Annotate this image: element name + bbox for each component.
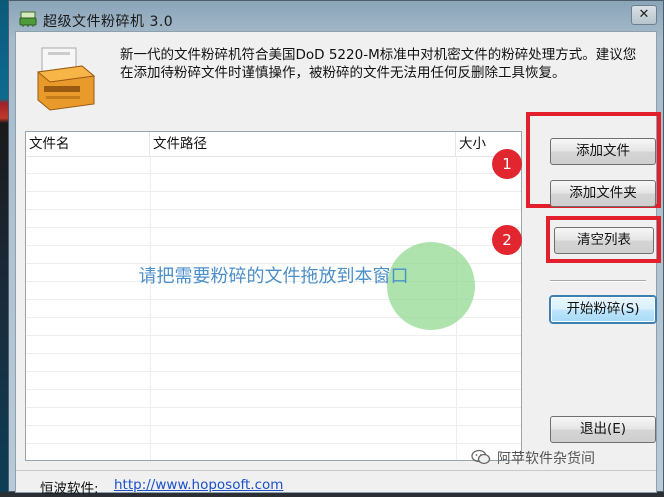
row-divider: [26, 173, 521, 174]
close-button[interactable]: ✕: [631, 5, 657, 25]
website-link[interactable]: http://www.hoposoft.com: [114, 477, 283, 493]
company-label: 恒波软件:: [40, 481, 99, 497]
start-shred-button[interactable]: 开始粉碎(S): [550, 296, 656, 323]
description-text: 新一代的文件粉碎机符合美国DoD 5220-M标准中对机密文件的粉碎处理方式。建…: [120, 47, 637, 81]
row-divider: [26, 443, 521, 444]
clear-list-button[interactable]: 清空列表: [554, 227, 654, 254]
title-bar[interactable]: 超级文件粉碎机 3.0 ✕: [9, 1, 663, 35]
title-app-icon: [19, 11, 37, 27]
close-icon: ✕: [638, 7, 650, 22]
row-divider: [26, 407, 521, 408]
column-divider: [150, 156, 151, 460]
exit-button[interactable]: 退出(E): [550, 416, 656, 443]
window-title: 超级文件粉碎机 3.0: [43, 14, 174, 30]
row-divider: [26, 191, 521, 192]
list-header: 文件名 文件路径 大小: [26, 132, 521, 157]
app-window: 超级文件粉碎机 3.0 ✕ 新一代的文件粉碎机符合美国DoD 5220-M标准中…: [8, 0, 664, 497]
status-bar: 恒波软件: http://www.hoposoft.com: [16, 470, 656, 497]
file-list[interactable]: 文件名 文件路径 大小 请把需要粉碎的文件拖放到本窗口: [25, 131, 522, 461]
watermark: 阿苹软件杂货间: [471, 448, 595, 468]
row-divider: [26, 227, 521, 228]
step-badge-1: 1: [492, 149, 522, 179]
wechat-icon: [471, 449, 491, 465]
column-filename[interactable]: 文件名: [26, 132, 150, 156]
client-area: 新一代的文件粉碎机符合美国DoD 5220-M标准中对机密文件的粉碎处理方式。建…: [15, 31, 661, 497]
column-filepath[interactable]: 文件路径: [150, 132, 456, 156]
app-shredder-icon: [36, 47, 96, 111]
row-divider: [26, 371, 521, 372]
add-folder-button[interactable]: 添加文件夹: [550, 180, 656, 207]
row-divider: [26, 353, 521, 354]
row-divider: [26, 335, 521, 336]
row-divider: [26, 209, 521, 210]
step-badge-2: 2: [492, 225, 522, 255]
drop-hint: 请把需要粉碎的文件拖放到本窗口: [138, 266, 409, 287]
row-divider: [26, 389, 521, 390]
row-divider: [26, 425, 521, 426]
button-separator: [550, 280, 646, 282]
add-file-button[interactable]: 添加文件: [550, 138, 656, 165]
watermark-text: 阿苹软件杂货间: [497, 451, 595, 467]
